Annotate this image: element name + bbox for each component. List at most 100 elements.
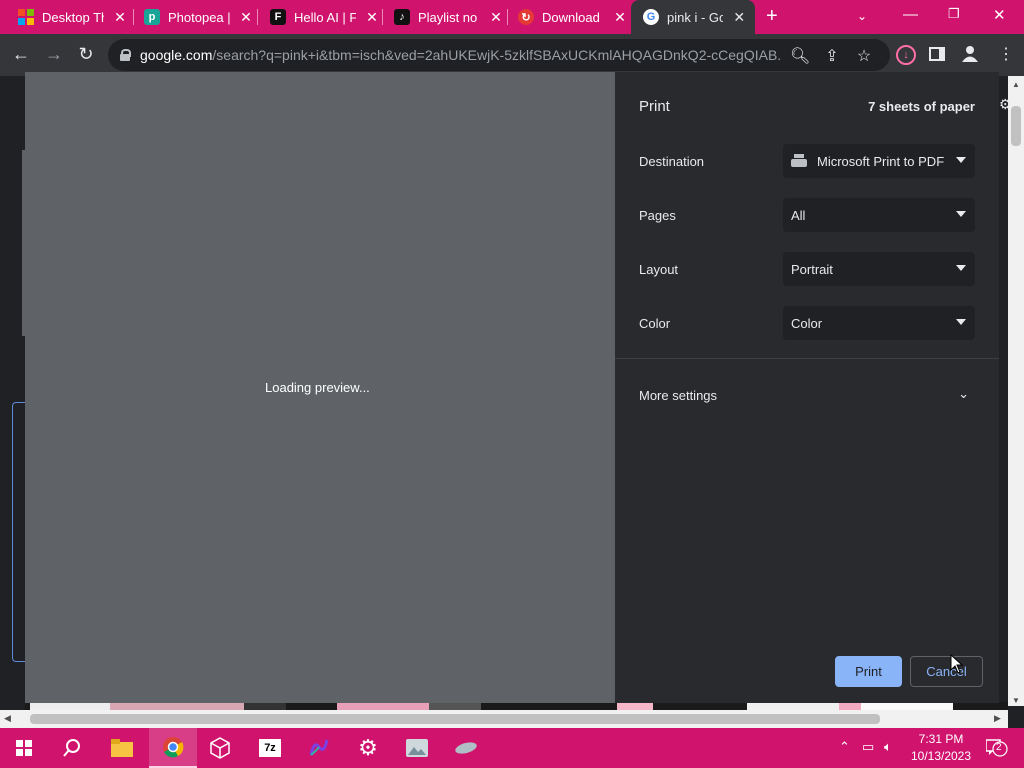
pages-value: All: [791, 207, 806, 223]
settings-divider: [615, 358, 999, 359]
google-icon: G: [643, 9, 659, 25]
new-tab-button[interactable]: +: [766, 5, 778, 28]
tab-hello-ai[interactable]: F Hello AI | F ✕: [252, 0, 388, 34]
pages-label: Pages: [639, 208, 676, 223]
url-host: google.com: [140, 47, 213, 63]
profile-icon[interactable]: [962, 45, 978, 63]
print-preview-area: Loading preview...: [25, 72, 615, 703]
loading-preview-text: Loading preview...: [265, 380, 370, 395]
scroll-left-icon[interactable]: ◀: [4, 713, 11, 724]
color-label: Color: [639, 316, 671, 331]
7zip-icon[interactable]: 7z: [246, 728, 294, 768]
address-bar[interactable]: google.com/search?q=pink+i&tbm=isch&ved=…: [108, 39, 890, 71]
layout-label: Layout: [639, 262, 679, 277]
print-button[interactable]: Print: [835, 656, 902, 687]
destination-value: Microsoft Print to PDF: [817, 153, 945, 169]
tab-title: pink i - Goo: [667, 9, 724, 25]
tray-expand-icon[interactable]: ⌃: [839, 739, 850, 755]
system-clock[interactable]: 7:31 PM 10/13/2023: [908, 731, 974, 765]
network-icon[interactable]: ▭: [862, 739, 874, 755]
mouse-app-icon[interactable]: [442, 728, 490, 768]
photopea-icon: p: [144, 9, 160, 25]
dropdown-arrow-icon: [956, 265, 966, 271]
tab-photopea[interactable]: p Photopea | ✕: [126, 0, 262, 34]
notifications-icon[interactable]: 2: [985, 739, 1008, 757]
vertical-scrollbar[interactable]: ▲ ▼: [1008, 76, 1024, 706]
page-element-edge: [12, 402, 25, 662]
close-tab-icon[interactable]: ✕: [612, 9, 628, 26]
virtualbox-icon[interactable]: [196, 728, 244, 768]
color-select[interactable]: Color: [783, 306, 975, 340]
cancel-button[interactable]: Cancel: [910, 656, 983, 687]
scroll-up-icon[interactable]: ▲: [1012, 80, 1020, 89]
lock-icon[interactable]: [120, 49, 131, 61]
chevron-down-icon[interactable]: ⌄: [958, 386, 969, 402]
dropdown-arrow-icon: [956, 211, 966, 217]
color-value: Color: [791, 315, 823, 331]
tab-download[interactable]: ↻ Download ✕: [500, 0, 636, 34]
file-explorer-icon[interactable]: [98, 728, 146, 768]
tab-title: Download: [542, 9, 600, 25]
volume-muted-icon[interactable]: 🔈︎: [884, 739, 892, 755]
tab-search-icon[interactable]: ⌄: [857, 9, 867, 23]
clock-date: 10/13/2023: [910, 749, 972, 763]
destination-label: Destination: [639, 154, 705, 169]
close-tab-icon[interactable]: ✕: [731, 9, 747, 26]
tab-playlist[interactable]: ♪ Playlist no ✕: [376, 0, 512, 34]
chrome-icon[interactable]: [149, 728, 197, 768]
url-text[interactable]: google.com/search?q=pink+i&tbm=isch&ved=…: [140, 47, 780, 63]
windows-icon: [18, 9, 34, 25]
minimize-button[interactable]: —: [903, 6, 918, 23]
download-icon[interactable]: ↓: [896, 45, 916, 65]
url-path: /search?q=pink+i&tbm=isch&ved=2ahUKEwjK-…: [212, 47, 780, 63]
print-dialog-title: Print: [639, 98, 670, 115]
more-settings-toggle[interactable]: More settings: [639, 388, 717, 403]
browser-toolbar: ← → ↻ google.com/search?q=pink+i&tbm=isc…: [0, 34, 1024, 76]
download-site-icon: ↻: [518, 9, 534, 25]
scroll-right-icon[interactable]: ▶: [994, 713, 1001, 724]
framer-icon: F: [270, 9, 286, 25]
windows-taskbar: 7z ⚙ ⌃ ▭ 🔈︎ 7:31 PM 10/13/2023 2: [0, 728, 1024, 768]
forward-arrow-icon[interactable]: →: [43, 44, 65, 65]
tab-title: Playlist no: [418, 9, 478, 25]
tab-title: Photopea |: [168, 9, 230, 25]
tab-desktop-themes[interactable]: Desktop Th ✕: [0, 0, 136, 34]
dropdown-arrow-icon: [956, 157, 966, 163]
scrollbar-thumb[interactable]: [1011, 106, 1021, 146]
horizontal-scrollbar[interactable]: ◀ ▶: [0, 710, 1008, 728]
dropdown-arrow-icon: [956, 319, 966, 325]
menu-kebab-icon[interactable]: ⋮: [998, 44, 1014, 64]
page-left-edge: [0, 76, 25, 706]
search-icon[interactable]: [48, 728, 96, 768]
tab-strip: Desktop Th ✕ p Photopea | ✕ F Hello AI |…: [0, 0, 1024, 34]
clock-time: 7:31 PM: [918, 732, 964, 746]
sheet-count: 7 sheets of paper: [868, 99, 975, 114]
restore-button[interactable]: ❐: [948, 6, 960, 22]
tab-google-images[interactable]: G pink i - Goo ✕: [631, 0, 755, 34]
zoom-icon[interactable]: 🔍︎: [790, 46, 810, 66]
image-app-icon[interactable]: [393, 728, 441, 768]
settings-gear-icon[interactable]: ⚙: [999, 96, 1012, 116]
layout-select[interactable]: Portrait: [783, 252, 975, 286]
close-window-button[interactable]: ✕: [993, 6, 1006, 24]
pages-select[interactable]: All: [783, 198, 975, 232]
tab-title: Hello AI | F: [294, 9, 356, 25]
app-icon[interactable]: [295, 728, 343, 768]
bookmark-star-icon[interactable]: ☆: [854, 46, 874, 66]
start-icon[interactable]: [0, 728, 48, 768]
settings-icon[interactable]: ⚙: [344, 728, 392, 768]
tiktok-icon: ♪: [394, 9, 410, 25]
scrollbar-thumb[interactable]: [30, 714, 880, 724]
reload-icon[interactable]: ↻: [75, 44, 97, 65]
scroll-down-icon[interactable]: ▼: [1012, 696, 1020, 705]
tab-title: Desktop Th: [42, 9, 104, 25]
share-icon[interactable]: ⇪: [822, 46, 842, 66]
printer-icon: [791, 154, 807, 168]
image-results-strip: [25, 702, 1008, 710]
layout-value: Portrait: [791, 261, 833, 277]
side-panel-icon[interactable]: [929, 47, 945, 61]
print-settings-panel: Print 7 sheets of paper Destination Micr…: [615, 72, 999, 703]
destination-select[interactable]: Microsoft Print to PDF: [783, 144, 975, 178]
back-arrow-icon[interactable]: ←: [10, 44, 32, 65]
notification-count: 2: [996, 742, 1002, 753]
